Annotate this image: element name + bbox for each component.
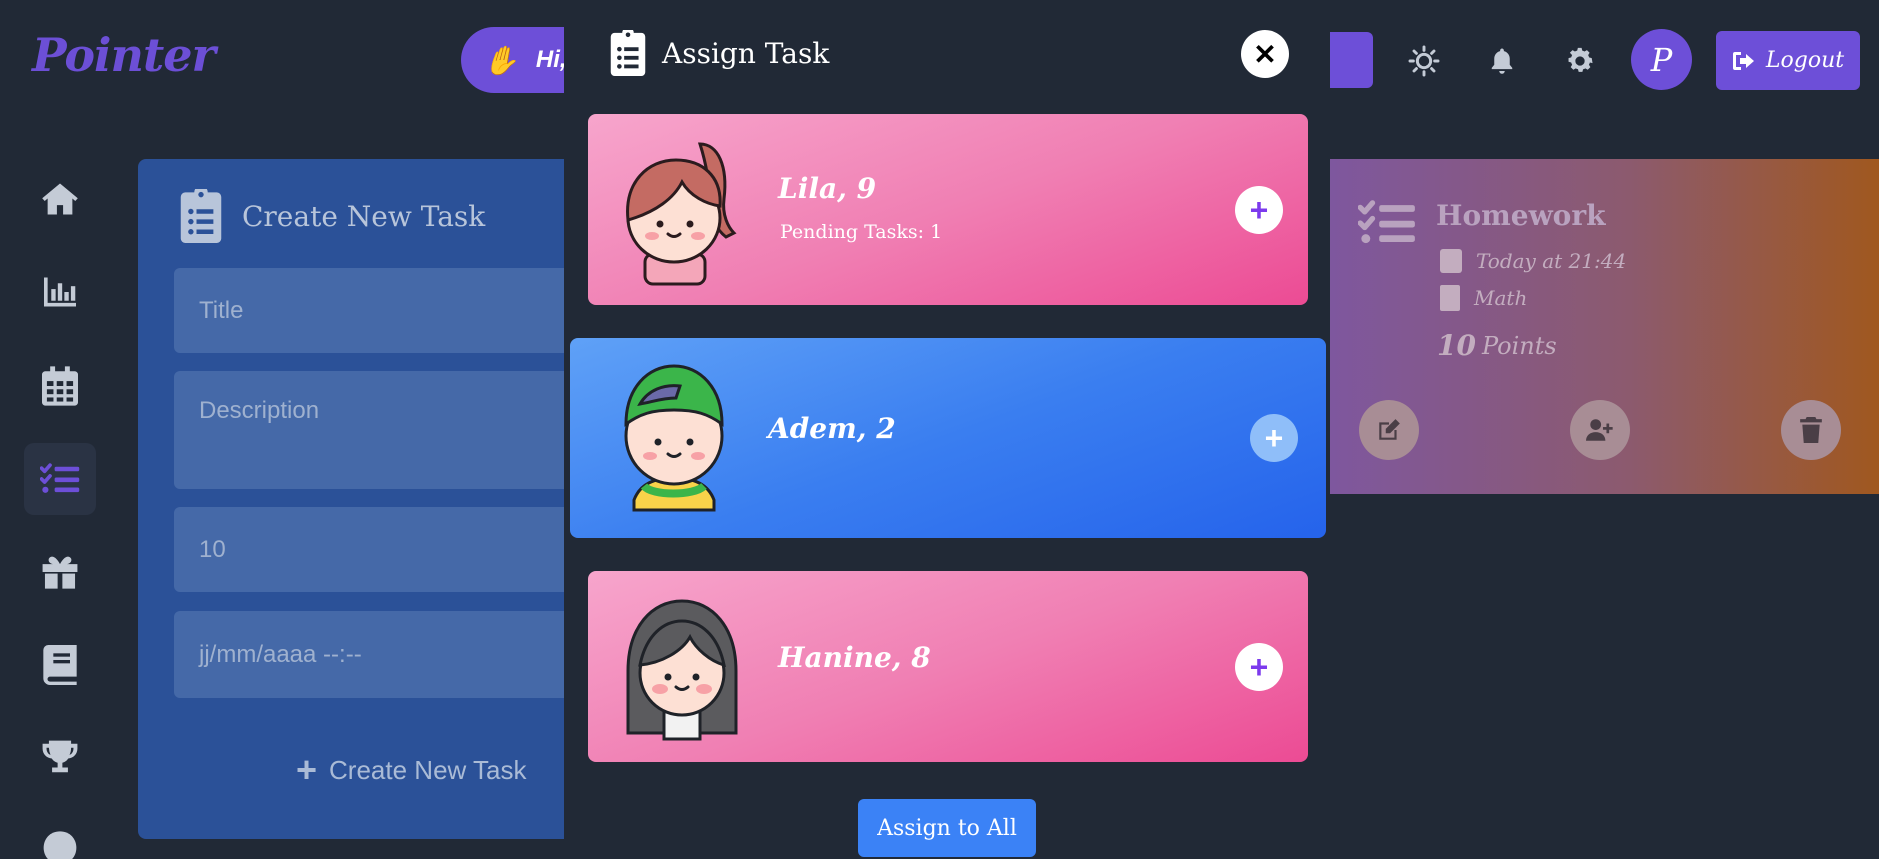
create-task-button[interactable]: + Create New Task [296, 749, 527, 791]
girl-avatar-icon [626, 142, 737, 286]
user-plus-icon [1586, 419, 1613, 441]
gear-icon [1568, 47, 1593, 72]
create-task-title: Create New Task [242, 199, 486, 233]
task-title: Homework [1436, 199, 1606, 232]
task-subject-row: Math [1440, 285, 1527, 311]
app-logo[interactable]: Pointer [32, 28, 216, 82]
settings-button[interactable] [1555, 36, 1605, 86]
assign-child-button[interactable]: + [1235, 186, 1283, 234]
child-name: Adem, 2 [768, 412, 896, 445]
child-card-hanine[interactable]: Hanine, 8 + [588, 571, 1308, 762]
delete-task-button[interactable] [1781, 400, 1841, 460]
sidebar-item-leaderboard[interactable] [24, 722, 96, 794]
child-name: Lila, 9 [778, 172, 877, 205]
clipboard-list-icon [180, 189, 222, 243]
task-points-label: Points [1481, 331, 1557, 360]
theme-toggle[interactable] [1399, 36, 1449, 86]
tasks-icon [1358, 200, 1415, 244]
document-icon [1440, 285, 1460, 311]
boy-avatar-icon [624, 364, 724, 512]
description-input[interactable]: Description [174, 371, 614, 489]
user-avatar[interactable]: P [1631, 29, 1692, 90]
assign-child-button[interactable]: + [1250, 414, 1298, 462]
logout-button[interactable]: Logout [1716, 31, 1860, 90]
girl-avatar-icon [626, 599, 738, 741]
calendar-icon [1440, 249, 1462, 273]
task-due-row: Today at 21:44 [1440, 249, 1626, 273]
task-due: Today at 21:44 [1476, 249, 1627, 273]
edit-icon [1379, 419, 1400, 440]
trophy-icon [42, 740, 78, 773]
modal-header: Assign Task [610, 30, 829, 76]
tasks-icon [40, 463, 80, 493]
assign-user-button[interactable] [1570, 400, 1630, 460]
clipboard-list-icon [610, 30, 646, 76]
child-card-adem[interactable]: Adem, 2 + [570, 338, 1326, 538]
balloon-icon [43, 831, 77, 859]
sidebar-item-more[interactable] [24, 815, 96, 859]
due-date-input[interactable]: jj/mm/aaaa --:-- [174, 611, 614, 698]
plus-icon: + [1249, 649, 1269, 685]
chart-icon [44, 277, 76, 307]
plus-icon: + [296, 749, 318, 790]
assign-to-all-button[interactable]: Assign to All [858, 799, 1036, 857]
modal-title: Assign Task [662, 36, 830, 70]
edit-task-button[interactable] [1359, 400, 1419, 460]
title-input[interactable]: Title [174, 268, 614, 353]
bell-icon [1491, 48, 1513, 74]
sidebar-item-home[interactable] [24, 163, 96, 235]
home-icon [42, 183, 78, 215]
sidebar-item-stats[interactable] [24, 256, 96, 328]
task-subject: Math [1474, 286, 1528, 310]
sidebar-item-tasks[interactable] [24, 443, 96, 515]
plus-icon: + [1264, 420, 1284, 456]
close-icon: ✕ [1253, 38, 1277, 70]
gift-icon [42, 556, 78, 589]
task-points-number: 10 [1437, 329, 1476, 362]
close-modal-button[interactable]: ✕ [1241, 30, 1289, 78]
assign-child-button[interactable]: + [1235, 643, 1283, 691]
trash-icon [1800, 417, 1822, 443]
logout-label: Logout [1765, 48, 1845, 73]
child-pending-tasks: Pending Tasks: 1 [780, 221, 943, 243]
sidebar-item-rewards[interactable] [24, 536, 96, 608]
task-card-homework: Homework Today at 21:44 Math 10 Points [1325, 159, 1879, 494]
create-task-button-label: Create New Task [329, 754, 527, 785]
wave-hand-icon: ✋ [483, 44, 518, 76]
sidebar-item-library[interactable] [24, 629, 96, 701]
plus-icon: + [1249, 192, 1269, 228]
sidebar-item-calendar[interactable] [24, 350, 96, 422]
child-name: Hanine, 8 [778, 641, 931, 674]
book-icon [43, 645, 77, 685]
notifications-button[interactable] [1477, 36, 1527, 86]
points-input[interactable]: 10 [174, 507, 614, 592]
child-card-lila[interactable]: Lila, 9 Pending Tasks: 1 + [588, 114, 1308, 305]
task-points: 10 Points [1437, 329, 1557, 362]
create-task-header: Create New Task [180, 189, 485, 243]
logout-icon [1732, 51, 1754, 70]
create-task-panel: Create New Task Title Description 10 jj/… [138, 159, 614, 839]
sun-icon [1408, 45, 1440, 77]
calendar-icon [42, 366, 78, 406]
